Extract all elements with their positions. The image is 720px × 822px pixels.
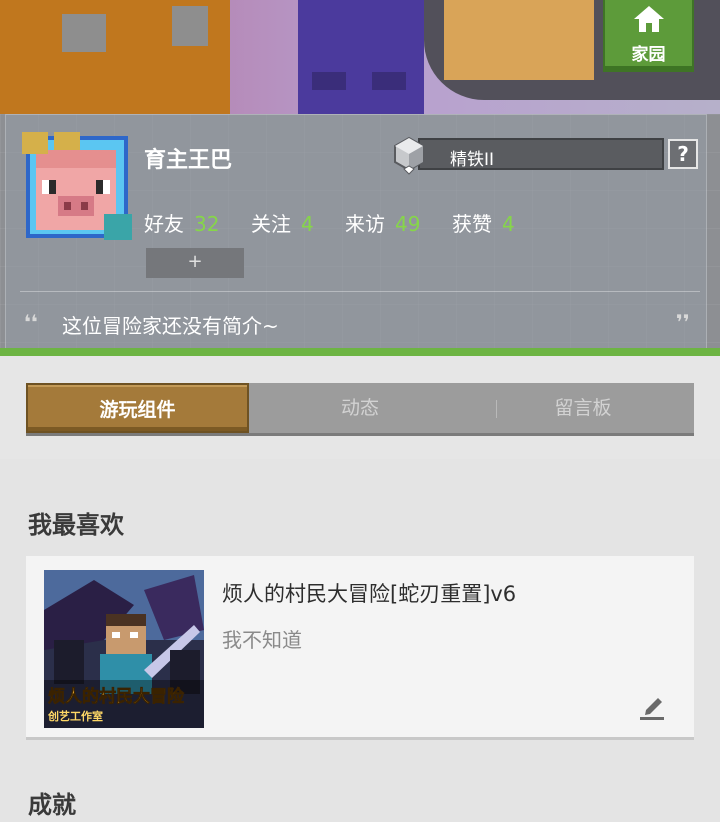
- tab-activity[interactable]: 动态: [249, 383, 471, 433]
- stat-label: 获赞: [452, 212, 492, 236]
- thumbnail-subcaption: 创艺工作室: [47, 709, 103, 723]
- banner-pig-ear: [172, 6, 208, 46]
- banner-villager: [444, 0, 594, 80]
- stat-following[interactable]: 关注 4: [251, 208, 314, 237]
- tab-bar: 游玩组件 动态 留言板: [26, 383, 694, 436]
- tab-message-board[interactable]: 留言板: [472, 383, 694, 433]
- banner-pig-ear: [62, 14, 106, 52]
- stat-likes[interactable]: 获赞 4: [452, 208, 515, 237]
- username: 育主王巴: [144, 148, 233, 173]
- banner-dark-figure: [298, 0, 424, 114]
- stat-value: 32: [194, 212, 220, 236]
- stat-value: 4: [301, 212, 314, 236]
- favorite-thumbnail[interactable]: 烦人的村民大冒险 创艺工作室: [44, 570, 204, 728]
- home-icon: [605, 0, 692, 38]
- favorite-title[interactable]: 烦人的村民大冒险[蛇刃重置]v6: [222, 578, 516, 608]
- banner-dark-figure-eye: [372, 72, 406, 90]
- stat-label: 关注: [251, 212, 291, 236]
- profile-banner: 家园: [0, 0, 720, 114]
- favorite-card[interactable]: 烦人的村民大冒险 创艺工作室 烦人的村民大冒险[蛇刃重置]v6 我不知道: [26, 556, 694, 740]
- tabs-area: 游玩组件 动态 留言板: [0, 356, 720, 459]
- stat-value: 49: [395, 212, 421, 236]
- section-title-achievements: 成就: [28, 791, 76, 819]
- avatar[interactable]: [22, 132, 132, 242]
- thumbnail-caption: 烦人的村民大冒险: [48, 686, 185, 707]
- divider: [20, 291, 700, 292]
- stat-value: 4: [502, 212, 515, 236]
- add-button[interactable]: +: [146, 248, 244, 278]
- bio-text[interactable]: 这位冒险家还没有简介~: [62, 310, 279, 339]
- quote-open-icon: ❛❛: [24, 310, 38, 334]
- home-button[interactable]: 家园: [603, 0, 694, 72]
- rank-label: 精铁II: [450, 150, 495, 170]
- section-title-favorites: 我最喜欢: [28, 511, 124, 539]
- content-area: 我最喜欢 烦人的村民大冒险 创艺工作室 烦人的村民大冒险[蛇刃重置]v6 我不知…: [0, 459, 720, 822]
- stat-label: 来访: [345, 212, 385, 236]
- rank-iron-icon: [392, 136, 426, 176]
- stat-visitors[interactable]: 来访 49: [345, 208, 420, 237]
- favorite-description: 我不知道: [222, 628, 302, 652]
- edit-icon[interactable]: [638, 694, 666, 720]
- banner-dark-figure-eye: [312, 72, 346, 90]
- stat-label: 好友: [144, 212, 184, 236]
- profile-panel: 育主王巴 精铁II ? 好友 32 关注 4 来访 49 获赞 4 + ❛❛ 这位冒险家…: [0, 114, 720, 350]
- home-label: 家园: [631, 45, 666, 65]
- stat-friends[interactable]: 好友 32: [144, 208, 219, 237]
- quote-close-icon: ❜❜: [676, 310, 690, 334]
- tab-components[interactable]: 游玩组件: [26, 383, 249, 433]
- rank-bar[interactable]: 精铁II: [418, 138, 664, 170]
- help-button[interactable]: ?: [668, 139, 698, 169]
- accent-divider: [0, 348, 720, 356]
